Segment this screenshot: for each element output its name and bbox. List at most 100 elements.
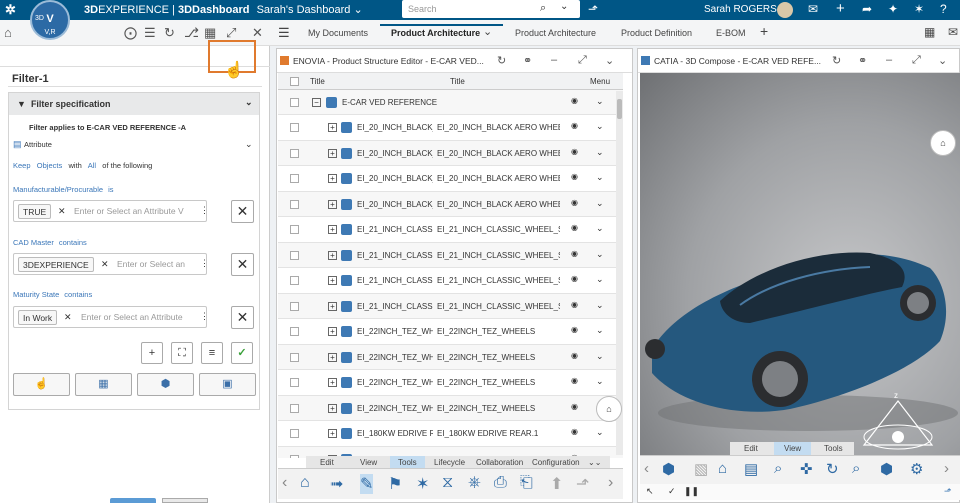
- chevron-down-icon[interactable]: ⌄: [596, 300, 604, 311]
- more-icon[interactable]: ⋮: [200, 258, 209, 269]
- chevron-down-icon[interactable]: ⌄: [596, 223, 604, 234]
- table-row[interactable]: + EI_20_INCH_BLACK_AERO_WHEELS EI_20_INCH_…: [278, 140, 623, 166]
- maximize-icon[interactable]: ⤢: [578, 54, 587, 67]
- eye-icon[interactable]: ◉: [571, 376, 578, 385]
- chat-icon[interactable]: ✉: [808, 2, 818, 16]
- table-row[interactable]: + EI_22INCH_TEZ_WHEELS EI_22INCH_TEZ_WHEEL…: [278, 319, 623, 345]
- home-icon[interactable]: ⌂: [300, 474, 310, 492]
- table-row[interactable]: + EI_180KW EDRIVE REAR.1 EI_180KW EDRIVE R…: [278, 421, 623, 447]
- network-icon[interactable]: ✦: [888, 2, 898, 16]
- expand-icon[interactable]: +: [328, 352, 337, 362]
- upload-icon[interactable]: ⬆: [550, 474, 563, 494]
- tag-icon[interactable]: ⬏: [944, 486, 952, 497]
- minimize-icon[interactable]: –: [551, 54, 557, 66]
- row-checkbox[interactable]: [290, 250, 299, 260]
- chip-remove-icon[interactable]: ✕: [101, 259, 109, 270]
- scroll-left-icon[interactable]: ‹: [282, 474, 287, 492]
- chevron-down-icon[interactable]: ⌄: [596, 96, 604, 107]
- expand-icon[interactable]: +: [328, 327, 337, 336]
- chevron-down-icon[interactable]: ⌄: [350, 4, 362, 16]
- chevron-down-icon[interactable]: ⌄: [938, 54, 947, 67]
- filter-icon[interactable]: ⧖: [442, 474, 453, 492]
- row-checkbox[interactable]: [290, 378, 299, 387]
- table-row[interactable]: + EI_20_INCH_BLACK_AERO_WHEELS EI_20_INCH_…: [278, 166, 623, 192]
- close-icon[interactable]: ✕: [252, 25, 263, 41]
- zoom-icon[interactable]: ⌕: [774, 460, 782, 477]
- value-input[interactable]: Enter or Select an Attribute V: [74, 206, 194, 216]
- print-icon[interactable]: ⎙: [494, 474, 507, 492]
- tab-product-architecture[interactable]: Product Architecture: [515, 28, 596, 38]
- refresh-icon[interactable]: ↻: [497, 54, 506, 67]
- row-checkbox[interactable]: [290, 301, 299, 311]
- criterion-value-field[interactable]: In Work ✕ Enter or Select an Attribute ⋮: [13, 306, 209, 328]
- tab-my-documents[interactable]: My Documents: [308, 28, 368, 38]
- objects-link[interactable]: Objects: [37, 161, 62, 170]
- panel-icon[interactable]: ▤: [744, 460, 758, 478]
- list-button[interactable]: ≡: [201, 342, 223, 364]
- chevron-down-icon[interactable]: ⌄: [596, 351, 604, 362]
- ds-logo-icon[interactable]: ✲: [5, 2, 16, 18]
- chevron-down-icon[interactable]: ⌄: [596, 325, 604, 336]
- eye-icon[interactable]: ◉: [571, 351, 578, 360]
- expand-icon[interactable]: +: [328, 225, 337, 234]
- user-name[interactable]: Sarah ROGERS: [704, 4, 777, 15]
- scroll-right-icon[interactable]: ›: [608, 474, 613, 492]
- value-input[interactable]: Enter or Select an: [117, 259, 195, 269]
- render-icon[interactable]: ⚙: [910, 460, 923, 478]
- column-header-title[interactable]: Title: [310, 77, 325, 86]
- tab-lifecycle[interactable]: Lifecycle: [434, 458, 465, 467]
- compass-widget[interactable]: 3D V V,R: [30, 0, 70, 40]
- car-icon[interactable]: ⎈: [468, 474, 481, 492]
- eye-icon[interactable]: ◉: [571, 402, 578, 411]
- row-checkbox[interactable]: [290, 276, 299, 285]
- remove-criterion-button[interactable]: ✕: [231, 253, 254, 276]
- table-row[interactable]: + EI_21_INCH_CLASSIC_WHEEL EI_21_INCH_CLAS…: [278, 293, 623, 319]
- footer-button[interactable]: [110, 498, 156, 503]
- bookmark-icon[interactable]: ⚑: [388, 474, 402, 494]
- avatar[interactable]: [777, 2, 793, 18]
- 3d-toggle-icon[interactable]: ⌂: [596, 396, 622, 422]
- 3d-viewport[interactable]: ⌂ z: [640, 73, 960, 455]
- eye-icon[interactable]: ◉: [571, 427, 578, 436]
- expand-icon[interactable]: +: [328, 301, 337, 311]
- search-input[interactable]: Search ⌕ ⌄: [402, 0, 580, 18]
- search-icon[interactable]: ⌕: [540, 2, 546, 15]
- apply-button[interactable]: ✓: [231, 342, 253, 364]
- relation-icon[interactable]: ↻: [164, 25, 175, 41]
- tab-configuration[interactable]: Configuration: [532, 458, 580, 467]
- select-cursor-icon[interactable]: ↖: [646, 486, 654, 497]
- tab-product-architecture-active[interactable]: Product Architecture: [391, 28, 480, 38]
- tab-edit[interactable]: Edit: [320, 458, 334, 467]
- pause-icon[interactable]: ❚❚: [684, 486, 699, 497]
- chevron-down-icon[interactable]: ⌄: [596, 147, 604, 158]
- row-checkbox[interactable]: [290, 148, 299, 158]
- comment-icon[interactable]: ✉: [948, 25, 958, 39]
- attribute-filter-icon[interactable]: ⨀: [124, 25, 137, 41]
- tab-view-active[interactable]: View: [774, 442, 812, 455]
- orientation-compass[interactable]: [860, 391, 940, 453]
- column-header-title2[interactable]: Title: [450, 77, 465, 86]
- table-row[interactable]: + EI_21_INCH_CLASSIC_WHEEL EI_21_INCH_CLAS…: [278, 217, 623, 243]
- edit-icon[interactable]: ✎: [360, 474, 374, 494]
- eye-icon[interactable]: ◉: [571, 223, 578, 232]
- scroll-left-icon[interactable]: ‹: [644, 460, 649, 477]
- expand-icon[interactable]: +: [328, 276, 337, 285]
- header-checkbox[interactable]: [290, 77, 299, 86]
- expand-icon[interactable]: +: [328, 123, 337, 132]
- eye-icon[interactable]: ◉: [571, 300, 578, 309]
- insert-icon[interactable]: ➟: [330, 474, 343, 494]
- tree-icon[interactable]: ⎇: [184, 25, 199, 41]
- refresh-icon[interactable]: ↻: [832, 54, 841, 67]
- eye-icon[interactable]: ◉: [571, 325, 578, 334]
- table-row[interactable]: + EI_22INCH_TEZ_WHEELS EI_22INCH_TEZ_WHEEL…: [278, 395, 623, 421]
- expand-icon[interactable]: +: [328, 403, 337, 413]
- keep-link[interactable]: Keep: [13, 161, 31, 170]
- eye-icon[interactable]: ◉: [571, 121, 578, 130]
- remove-criterion-button[interactable]: ✕: [231, 200, 254, 223]
- remove-criterion-button[interactable]: ✕: [231, 306, 254, 329]
- expand-icon[interactable]: +: [328, 174, 337, 183]
- chevron-down-icon[interactable]: ⌄: [596, 427, 604, 438]
- expand-icon[interactable]: +: [328, 250, 337, 260]
- row-checkbox[interactable]: [290, 199, 299, 209]
- home-view-icon[interactable]: ⌂: [718, 460, 727, 477]
